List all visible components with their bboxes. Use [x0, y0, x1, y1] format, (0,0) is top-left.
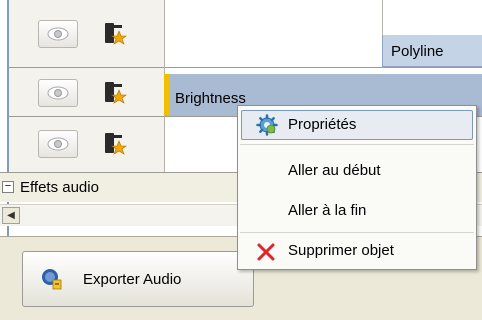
section-label: Effets audio	[20, 179, 99, 196]
context-menu: Propriétés Aller au début Aller à la fin…	[237, 105, 477, 270]
export-label: Exporter Audio	[83, 270, 182, 288]
menu-item-label: Supprimer objet	[288, 242, 394, 259]
export-audio-button[interactable]: Exporter Audio	[22, 251, 254, 307]
menu-item-go-to-start[interactable]: Aller au début	[238, 156, 476, 186]
menu-item-label: Aller au début	[288, 162, 381, 179]
track-control-cell	[9, 0, 164, 172]
clip-label: Polyline	[391, 43, 444, 60]
row-divider	[9, 67, 482, 68]
menu-separator	[240, 232, 474, 233]
clip-label: Brightness	[175, 90, 246, 107]
eye-icon	[47, 137, 69, 151]
menu-item-label: Aller à la fin	[288, 202, 367, 219]
menu-item-properties[interactable]: Propriétés	[241, 110, 473, 140]
red-x-icon	[257, 243, 275, 261]
menu-separator	[240, 144, 474, 145]
visibility-toggle-button[interactable]	[38, 20, 78, 48]
gear-icon	[256, 114, 278, 136]
menu-item-delete-object[interactable]: Supprimer objet	[238, 236, 476, 266]
collapse-toggle[interactable]: −	[2, 181, 14, 193]
eye-icon	[47, 27, 69, 41]
menu-item-label: Propriétés	[288, 116, 357, 133]
audio-export-icon	[42, 269, 62, 290]
scroll-left-button[interactable]: ◀	[2, 207, 20, 224]
clip-polyline[interactable]: Polyline	[382, 35, 482, 67]
effects-star-icon[interactable]	[102, 131, 128, 157]
effects-star-icon[interactable]	[102, 80, 128, 106]
effects-star-icon[interactable]	[102, 21, 128, 47]
menu-item-go-to-end[interactable]: Aller à la fin	[238, 196, 476, 226]
visibility-toggle-button[interactable]	[38, 79, 78, 107]
eye-icon	[47, 86, 69, 100]
visibility-toggle-button[interactable]	[38, 130, 78, 158]
